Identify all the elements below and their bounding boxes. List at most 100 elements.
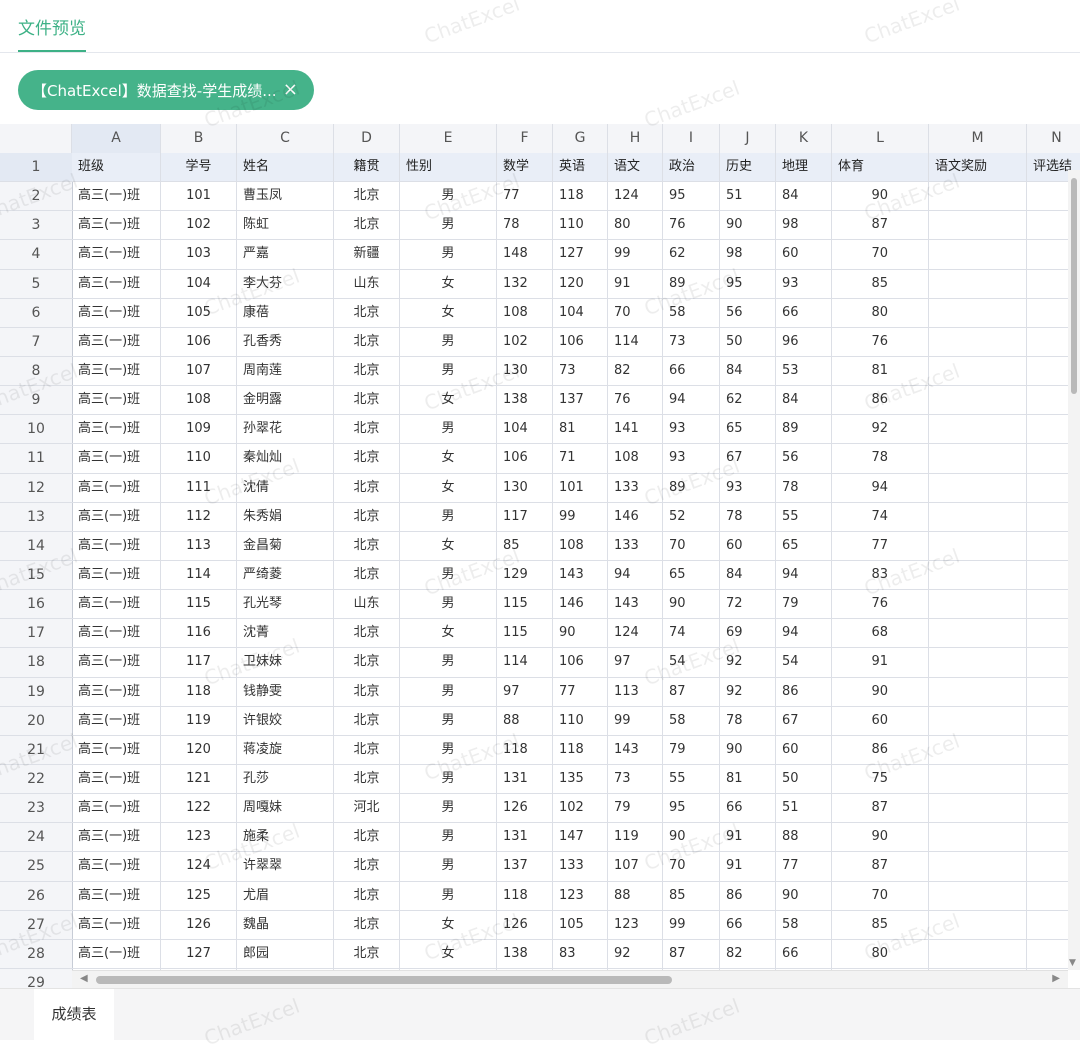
table-cell[interactable]: 85: [832, 910, 929, 940]
table-cell[interactable]: 138: [497, 939, 553, 969]
table-cell[interactable]: 119: [161, 706, 237, 736]
table-cell[interactable]: 113: [608, 677, 663, 707]
column-header-e[interactable]: E: [400, 124, 497, 153]
table-cell[interactable]: 118: [553, 182, 608, 212]
table-cell[interactable]: 男: [400, 764, 497, 794]
table-cell[interactable]: 高三(一)班: [72, 502, 161, 532]
table-cell[interactable]: 孙翠花: [237, 415, 334, 445]
table-cell[interactable]: 50: [720, 327, 776, 357]
table-cell[interactable]: 66: [776, 939, 832, 969]
table-cell[interactable]: 91: [720, 823, 776, 853]
column-header-k[interactable]: K: [776, 124, 832, 153]
table-cell[interactable]: [929, 211, 1027, 241]
table-cell[interactable]: [929, 502, 1027, 532]
table-cell[interactable]: 沈倩: [237, 473, 334, 503]
row-header-14[interactable]: 14: [0, 532, 72, 561]
table-cell[interactable]: 127: [553, 240, 608, 270]
table-cell[interactable]: 高三(一)班: [72, 415, 161, 445]
table-cell[interactable]: 55: [663, 764, 720, 794]
table-cell[interactable]: 北京: [334, 356, 400, 386]
table-cell[interactable]: 95: [663, 794, 720, 824]
table-cell[interactable]: 60: [832, 706, 929, 736]
header-cell[interactable]: 英语: [553, 153, 608, 182]
table-cell[interactable]: 男: [400, 881, 497, 911]
column-header-a[interactable]: A: [72, 124, 161, 153]
table-cell[interactable]: 74: [663, 619, 720, 649]
table-cell[interactable]: 90: [553, 619, 608, 649]
table-cell[interactable]: 126: [497, 910, 553, 940]
row-header-19[interactable]: 19: [0, 678, 72, 707]
table-cell[interactable]: [929, 415, 1027, 445]
table-cell[interactable]: 83: [832, 560, 929, 590]
table-cell[interactable]: 北京: [334, 327, 400, 357]
table-cell[interactable]: 79: [608, 794, 663, 824]
table-cell[interactable]: 113: [161, 531, 237, 561]
table-cell[interactable]: 115: [497, 590, 553, 620]
row-header-4[interactable]: 4: [0, 240, 72, 270]
table-cell[interactable]: 沈菁: [237, 619, 334, 649]
table-cell[interactable]: [929, 327, 1027, 357]
table-cell[interactable]: 高三(一)班: [72, 619, 161, 649]
table-cell[interactable]: 88: [608, 881, 663, 911]
table-cell[interactable]: 97: [497, 677, 553, 707]
header-cell[interactable]: 班级: [72, 153, 161, 182]
table-cell[interactable]: 82: [608, 356, 663, 386]
table-cell[interactable]: 86: [720, 881, 776, 911]
table-cell[interactable]: 北京: [334, 823, 400, 853]
table-cell[interactable]: 75: [832, 764, 929, 794]
column-header-i[interactable]: I: [663, 124, 720, 153]
row-header-5[interactable]: 5: [0, 270, 72, 299]
table-cell[interactable]: 143: [553, 560, 608, 590]
column-header-l[interactable]: L: [832, 124, 929, 153]
table-cell[interactable]: 女: [400, 619, 497, 649]
table-cell[interactable]: 146: [608, 502, 663, 532]
table-cell[interactable]: 73: [663, 327, 720, 357]
table-cell[interactable]: 104: [553, 298, 608, 328]
table-cell[interactable]: 89: [776, 415, 832, 445]
table-cell[interactable]: 85: [832, 269, 929, 299]
table-cell[interactable]: 北京: [334, 182, 400, 212]
table-cell[interactable]: 女: [400, 910, 497, 940]
table-cell[interactable]: 107: [161, 356, 237, 386]
table-cell[interactable]: 85: [497, 531, 553, 561]
table-cell[interactable]: [929, 764, 1027, 794]
horizontal-scroll-thumb[interactable]: [96, 976, 672, 984]
table-cell[interactable]: 130: [497, 473, 553, 503]
table-cell[interactable]: 101: [553, 473, 608, 503]
table-cell[interactable]: 133: [553, 852, 608, 882]
table-cell[interactable]: [929, 881, 1027, 911]
table-cell[interactable]: 陈虹: [237, 211, 334, 241]
table-cell[interactable]: 82: [720, 939, 776, 969]
table-cell[interactable]: 92: [720, 648, 776, 678]
table-cell[interactable]: 90: [720, 211, 776, 241]
table-cell[interactable]: 87: [832, 852, 929, 882]
table-cell[interactable]: 89: [663, 269, 720, 299]
table-cell[interactable]: 111: [161, 473, 237, 503]
table-cell[interactable]: 新疆: [334, 240, 400, 270]
table-cell[interactable]: [929, 735, 1027, 765]
table-cell[interactable]: 72: [720, 590, 776, 620]
table-cell[interactable]: 北京: [334, 881, 400, 911]
header-cell[interactable]: 地理: [776, 153, 832, 182]
table-cell[interactable]: 87: [832, 794, 929, 824]
table-cell[interactable]: 81: [832, 356, 929, 386]
table-cell[interactable]: 北京: [334, 910, 400, 940]
row-header-29[interactable]: 29: [0, 969, 72, 990]
table-cell[interactable]: [929, 444, 1027, 474]
table-cell[interactable]: 北京: [334, 706, 400, 736]
table-cell[interactable]: 126: [497, 794, 553, 824]
column-header-m[interactable]: M: [929, 124, 1027, 153]
table-cell[interactable]: [929, 910, 1027, 940]
vertical-scrollbar[interactable]: ▼: [1068, 170, 1080, 970]
table-cell[interactable]: 高三(一)班: [72, 356, 161, 386]
table-cell[interactable]: 北京: [334, 502, 400, 532]
table-cell[interactable]: 高三(一)班: [72, 823, 161, 853]
row-header-2[interactable]: 2: [0, 182, 72, 212]
table-cell[interactable]: 86: [832, 386, 929, 416]
table-cell[interactable]: 87: [663, 939, 720, 969]
table-cell[interactable]: 114: [161, 560, 237, 590]
table-cell[interactable]: 79: [776, 590, 832, 620]
table-cell[interactable]: 143: [608, 735, 663, 765]
table-cell[interactable]: [929, 298, 1027, 328]
table-cell[interactable]: 116: [161, 619, 237, 649]
